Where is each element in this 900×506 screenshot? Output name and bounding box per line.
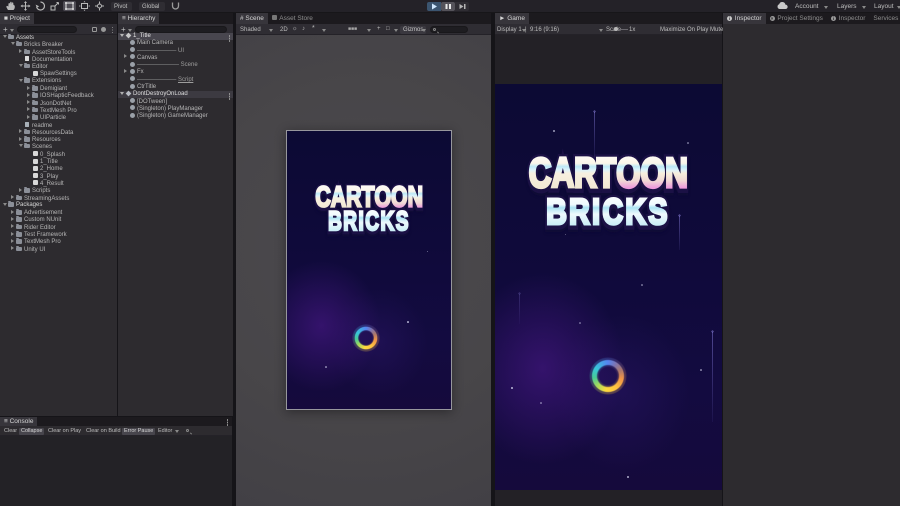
svg-text:CART: CART bbox=[529, 149, 617, 196]
svg-text:OON: OON bbox=[616, 149, 688, 196]
svg-text:BRICKS: BRICKS bbox=[546, 192, 670, 232]
svg-text:BRICKS: BRICKS bbox=[328, 206, 410, 236]
